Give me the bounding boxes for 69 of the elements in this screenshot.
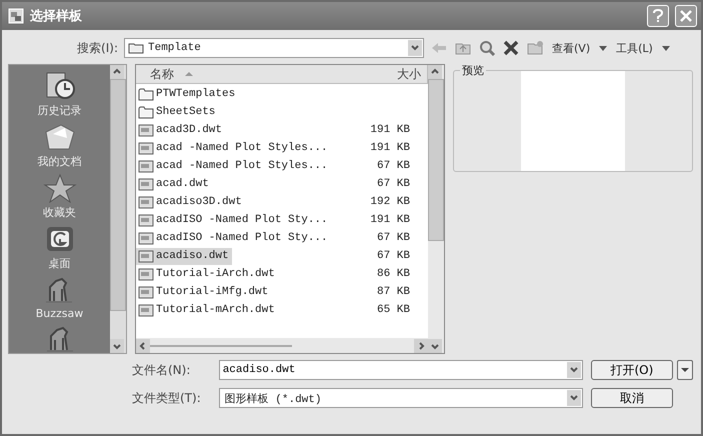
file-icon: [138, 250, 154, 262]
file-item[interactable]: acad -Named Plot Styles...: [136, 140, 331, 156]
location-dropdown[interactable]: Template: [124, 38, 424, 58]
caret-icon: [681, 367, 690, 373]
places-item[interactable]: 桌面: [42, 224, 76, 271]
file-icon: [138, 268, 154, 280]
help-icon: [652, 9, 664, 23]
file-item[interactable]: acadiso.dwt: [136, 248, 232, 264]
tools-menu[interactable]: 工具(L): [614, 40, 655, 56]
file-item[interactable]: Tutorial-iMfg.dwt: [136, 284, 272, 300]
file-size: 67 KB: [376, 232, 410, 244]
file-icon: [138, 214, 154, 226]
cancel-button[interactable]: 取消: [590, 388, 674, 408]
file-item[interactable]: acadISO -Named Plot Sty...: [136, 212, 331, 228]
file-size: 65 KB: [376, 304, 410, 316]
scrollbar[interactable]: [428, 65, 444, 353]
file-icon: [138, 304, 154, 316]
file-size: 191 KB: [370, 214, 410, 226]
file-icon: [138, 142, 154, 154]
column-header[interactable]: 名称: [136, 65, 365, 83]
file-size: 191 KB: [370, 142, 410, 154]
file-item[interactable]: acadISO -Named Plot Sty...: [136, 230, 331, 246]
caret-icon[interactable]: [598, 44, 608, 52]
star-icon: [42, 173, 76, 203]
file-name-label: 文件名(N):: [132, 362, 192, 378]
search-icon[interactable]: [478, 40, 496, 56]
window-title: 选择样板: [30, 8, 82, 25]
file-item[interactable]: acadiso3D.dwt: [136, 194, 245, 210]
file-icon: [138, 232, 154, 244]
close-icon: [680, 10, 692, 22]
file-type-label: 文件类型(T):: [132, 390, 202, 406]
file-item[interactable]: acad.dwt: [136, 176, 212, 192]
file-icon: [138, 196, 154, 208]
preview-label: 预览: [460, 63, 486, 78]
scrollbar[interactable]: [136, 338, 428, 353]
file-item[interactable]: acad3D.dwt: [136, 122, 226, 138]
file-icon: [138, 124, 154, 136]
file-item[interactable]: PTWTemplates: [136, 86, 238, 102]
scrollbar[interactable]: [110, 65, 126, 353]
file-size: 87 KB: [376, 286, 410, 298]
file-icon: [138, 178, 154, 190]
open-options-button[interactable]: [677, 360, 693, 380]
file-size: 67 KB: [376, 178, 410, 190]
app-icon: [8, 8, 24, 24]
places-item[interactable]: Buzzsaw: [36, 275, 84, 320]
open-button[interactable]: 打开(O): [590, 360, 674, 380]
file-size: 191 KB: [370, 124, 410, 136]
sort-arrow-icon: [184, 71, 194, 77]
file-size: 67 KB: [376, 160, 410, 172]
file-name-field[interactable]: acadiso.dwt: [218, 360, 583, 380]
file-icon: [138, 286, 154, 298]
places-item[interactable]: 收藏夹: [42, 173, 76, 220]
file-size: 67 KB: [376, 250, 410, 262]
file-icon: [138, 160, 154, 172]
delete-icon[interactable]: [502, 40, 520, 56]
file-item[interactable]: Tutorial-iArch.dwt: [136, 266, 278, 282]
file-item[interactable]: acad -Named Plot Styles...: [136, 158, 331, 174]
search-label: 搜索(I):: [76, 40, 118, 56]
view-menu[interactable]: 查看(V): [550, 40, 592, 56]
file-type-dropdown[interactable]: 图形样板 (*.dwt): [218, 388, 583, 408]
places-item[interactable]: 我的文档: [38, 122, 82, 169]
file-size: 86 KB: [376, 268, 410, 280]
caret-icon[interactable]: [660, 44, 671, 52]
file-item[interactable]: Tutorial-mArch.dwt: [136, 302, 278, 318]
file-item[interactable]: SheetSets: [136, 104, 218, 120]
close-button[interactable]: [675, 5, 697, 27]
help-button[interactable]: [647, 5, 669, 27]
places-item[interactable]: 历史记录: [38, 71, 82, 118]
file-size: 192 KB: [370, 196, 410, 208]
